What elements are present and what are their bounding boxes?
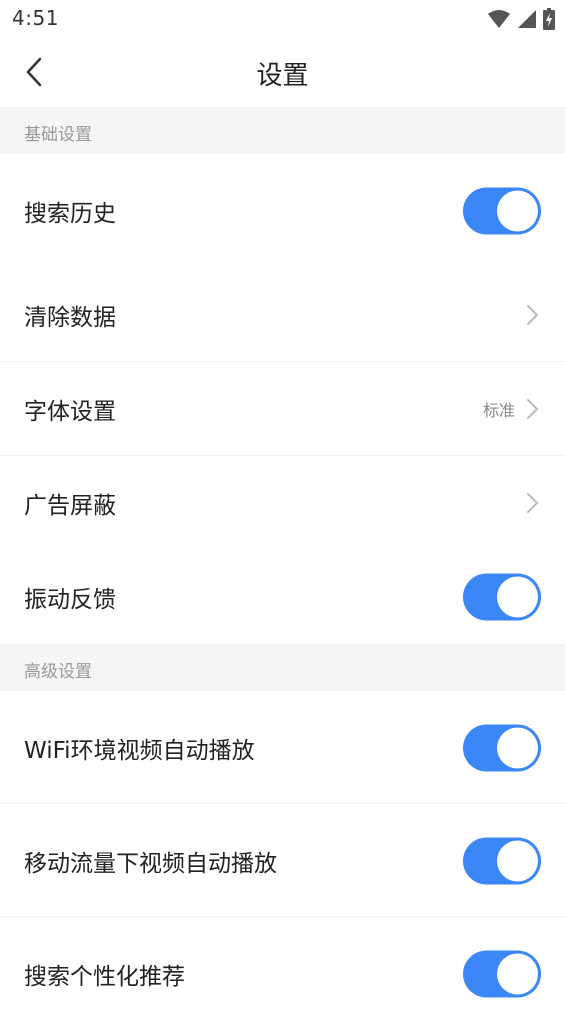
setting-label: 移动流量下视频自动播放: [24, 850, 277, 877]
setting-label: 字体设置: [24, 399, 116, 425]
battery-charging-icon: [543, 8, 555, 30]
cellular-signal-icon: [518, 10, 536, 28]
toggle-knob: [497, 953, 538, 994]
mobile-autoplay-toggle[interactable]: [463, 837, 541, 884]
section-header-label: 基础设置: [24, 125, 92, 145]
setting-row-wifi-autoplay[interactable]: WiFi环境视频自动播放: [0, 691, 565, 804]
chevron-right-icon: [527, 305, 538, 325]
status-time: 4:51: [12, 6, 59, 30]
setting-label: 搜索个性化推荐: [24, 963, 185, 990]
setting-label: 广告屏蔽: [24, 493, 116, 519]
page-title: 设置: [256, 61, 309, 91]
section-header-basic: 基础设置: [0, 107, 565, 154]
setting-row-vibration-feedback[interactable]: 振动反馈: [0, 550, 565, 644]
vibration-feedback-toggle[interactable]: [463, 573, 541, 621]
setting-row-personalized-recommend[interactable]: 搜索个性化推荐: [0, 917, 565, 1030]
toggle-knob: [497, 727, 538, 768]
setting-label: 清除数据: [24, 305, 116, 331]
chevron-right-icon: [527, 399, 538, 419]
wifi-icon: [488, 10, 510, 28]
wifi-autoplay-toggle[interactable]: [463, 724, 541, 771]
status-bar: 4:51: [0, 0, 565, 40]
font-size-value: 标准: [482, 401, 515, 420]
setting-row-mobile-autoplay[interactable]: 移动流量下视频自动播放: [0, 804, 565, 917]
personalized-recommend-toggle[interactable]: [463, 950, 541, 997]
search-history-toggle[interactable]: [463, 187, 541, 235]
section-header-advanced: 高级设置: [0, 644, 565, 691]
app-bar: 设置: [0, 40, 565, 107]
setting-row-font-settings[interactable]: 字体设置 标准: [0, 362, 565, 456]
setting-label: WiFi环境视频自动播放: [24, 737, 255, 764]
setting-row-search-history[interactable]: 搜索历史: [0, 154, 565, 268]
toggle-knob: [497, 190, 538, 232]
toggle-knob: [497, 576, 538, 618]
setting-label: 振动反馈: [24, 587, 116, 613]
toggle-knob: [497, 840, 538, 881]
setting-row-ad-block[interactable]: 广告屏蔽: [0, 456, 565, 550]
status-icons: [487, 8, 555, 30]
chevron-right-icon: [527, 493, 538, 513]
section-header-label: 高级设置: [24, 662, 92, 682]
setting-row-clear-data[interactable]: 清除数据: [0, 268, 565, 362]
setting-label: 搜索历史: [24, 201, 116, 227]
